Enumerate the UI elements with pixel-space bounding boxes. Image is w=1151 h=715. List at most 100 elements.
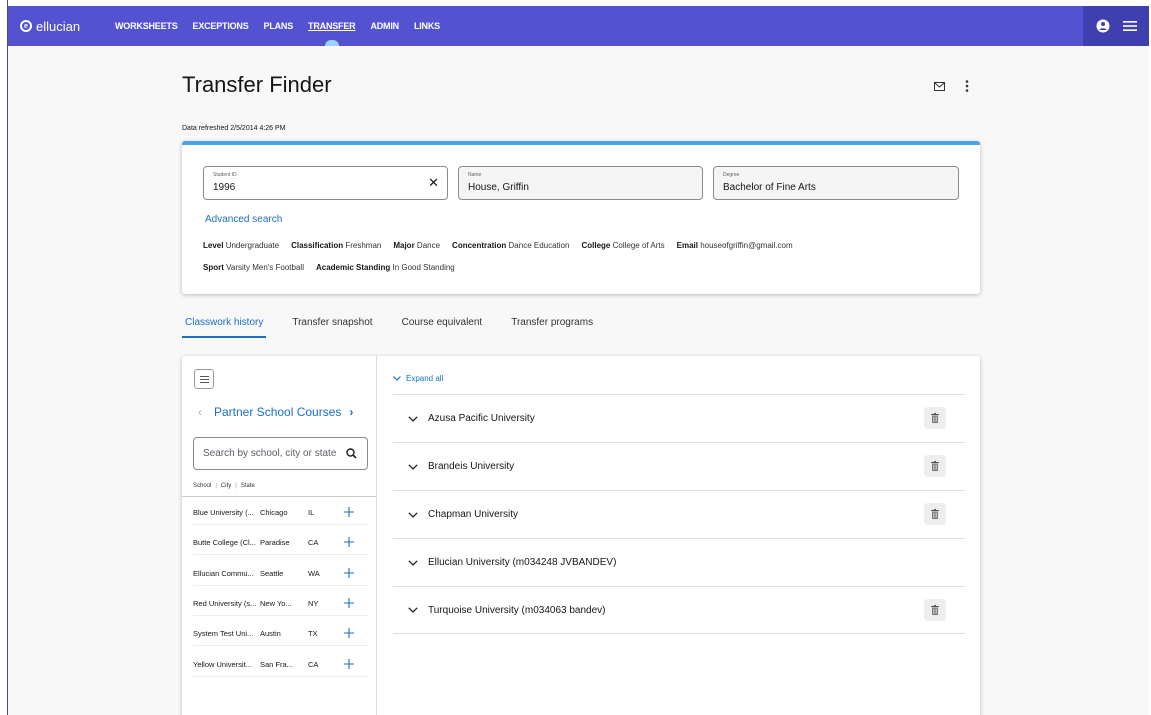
tab-bar: Classwork history Transfer snapshot Cour… [182, 317, 619, 338]
university-row[interactable]: Turquoise University (m034063 bandev) [393, 586, 965, 634]
school-state: WA [308, 569, 320, 578]
nav-exceptions[interactable]: EXCEPTIONS [193, 6, 249, 46]
top-navigation-bar: e ellucian WORKSHEETS EXCEPTIONS PLANS T… [8, 6, 1149, 46]
nav-links[interactable]: LINKS [414, 6, 440, 46]
university-row[interactable]: Ellucian University (m034248 JVBANDEV) [393, 538, 965, 586]
ellucian-logo-icon: e [20, 20, 32, 32]
school-city: Austin [260, 629, 281, 638]
university-name: Turquoise University (m034063 bandev) [428, 604, 606, 616]
university-name: Brandeis University [428, 461, 515, 472]
attr-key: Academic Standing [315, 263, 391, 272]
chevron-right-icon[interactable]: › [349, 405, 353, 419]
student-attributes-row-1: Level Undergraduate Classification Fresh… [203, 241, 805, 250]
search-icon[interactable] [346, 448, 357, 459]
tab-transfer-programs[interactable]: Transfer programs [508, 317, 596, 338]
add-icon[interactable] [343, 597, 355, 609]
nav-admin[interactable]: ADMIN [370, 6, 399, 46]
school-state: IL [308, 508, 315, 517]
delete-button[interactable] [924, 455, 946, 477]
attr-value: In Good Standing [392, 263, 455, 272]
attr-key: Concentration [452, 241, 507, 250]
brand-name: ellucian [36, 18, 81, 34]
chevron-left-icon[interactable]: ‹ [198, 405, 202, 419]
school-state: CA [308, 538, 319, 547]
attr-value: Freshman [345, 241, 382, 250]
add-icon[interactable] [343, 536, 355, 548]
chevron-down-icon[interactable] [408, 607, 418, 613]
add-icon[interactable] [343, 506, 355, 518]
name-value: House, Griffin [468, 182, 529, 193]
partner-school-pager: ‹ Partner School Courses › [198, 405, 353, 419]
collapse-pane-button[interactable] [194, 369, 214, 389]
school-city: Paradise [260, 538, 290, 547]
university-row[interactable]: Brandeis University [393, 442, 965, 490]
delete-button[interactable] [924, 599, 946, 621]
school-name: Red University (s... [193, 599, 257, 608]
attr-key: Sport [203, 263, 224, 272]
mail-icon[interactable] [934, 81, 945, 91]
attr-value: College of Arts [612, 241, 665, 250]
attr-value: Undergraduate [225, 241, 280, 250]
school-search-input[interactable]: Search by school, city or state [193, 437, 368, 470]
pager-title: Partner School Courses [214, 405, 342, 419]
expand-all-button[interactable]: Expand all [393, 374, 443, 383]
col-city[interactable]: City [221, 483, 231, 489]
hamburger-menu-icon[interactable] [1122, 20, 1137, 32]
chevron-down-icon[interactable] [408, 511, 418, 518]
university-row[interactable]: Azusa Pacific University [393, 394, 965, 442]
tab-course-equivalent[interactable]: Course equivalent [399, 317, 486, 338]
school-city: New Yo... [260, 599, 292, 608]
attr-key: Major [393, 241, 415, 250]
school-row: Butte College (Cl... Paradise CA [193, 531, 368, 555]
main-nav: WORKSHEETS EXCEPTIONS PLANS TRANSFER ADM… [115, 6, 455, 46]
attr-key: Classification [291, 241, 344, 250]
university-row[interactable]: Chapman University [393, 490, 965, 538]
school-row: Blue University (... Chicago IL [193, 501, 368, 525]
chevron-down-icon[interactable] [408, 559, 418, 566]
school-city: Seattle [260, 569, 284, 578]
hamburger-icon [199, 375, 209, 383]
school-search-placeholder: Search by school, city or state [203, 448, 337, 459]
school-city: Chicago [260, 508, 288, 517]
nav-plans[interactable]: PLANS [264, 6, 294, 46]
attr-value: houseofgriffin@gmail.com [700, 241, 793, 250]
delete-button[interactable] [924, 503, 946, 525]
nav-worksheets[interactable]: WORKSHEETS [115, 6, 178, 46]
school-row: Red University (s... New Yo... NY [193, 592, 368, 616]
col-state[interactable]: State [241, 483, 255, 489]
nav-transfer[interactable]: TRANSFER [308, 6, 356, 46]
attr-value: Dance Education [508, 241, 570, 250]
student-attributes-row-2: Sport Varsity Men's Football Academic St… [203, 263, 467, 272]
school-row: Ellucian Commu... Seattle WA [193, 562, 368, 586]
trash-icon [931, 413, 939, 423]
clear-icon[interactable]: ✕ [428, 176, 439, 189]
add-icon[interactable] [343, 627, 355, 639]
trash-icon [931, 605, 939, 615]
advanced-search-link[interactable]: Advanced search [205, 214, 282, 225]
school-state: CA [308, 660, 319, 669]
school-state: NY [308, 599, 319, 608]
delete-button[interactable] [924, 407, 946, 429]
add-icon[interactable] [343, 567, 355, 579]
school-name: Ellucian Commu... [193, 569, 254, 578]
student-card: Student ID 1996 ✕ Name House, Griffin De… [182, 141, 980, 294]
school-row: System Test Uni... Austin TX [193, 622, 368, 646]
user-circle-icon[interactable] [1096, 19, 1110, 33]
tab-classwork-history[interactable]: Classwork history [182, 317, 267, 338]
partner-school-pane: ‹ Partner School Courses › Search by sch… [182, 356, 377, 715]
degree-label: Degree [723, 172, 740, 178]
tab-transfer-snapshot[interactable]: Transfer snapshot [289, 317, 375, 338]
name-label: Name [468, 172, 482, 178]
student-id-field[interactable]: Student ID 1996 ✕ [203, 166, 448, 200]
school-name: Blue University (... [193, 508, 254, 517]
university-name: Chapman University [428, 509, 519, 520]
col-school[interactable]: School [193, 483, 211, 489]
school-name: Yellow Universit... [193, 660, 252, 669]
chevron-down-icon[interactable] [408, 463, 418, 470]
add-icon[interactable] [343, 658, 355, 670]
more-vertical-icon[interactable] [965, 80, 969, 92]
chevron-down-icon[interactable] [408, 415, 418, 422]
attr-key: Level [203, 241, 224, 250]
ellucian-logo[interactable]: e ellucian [20, 19, 115, 34]
attr-value: Dance [416, 241, 441, 250]
